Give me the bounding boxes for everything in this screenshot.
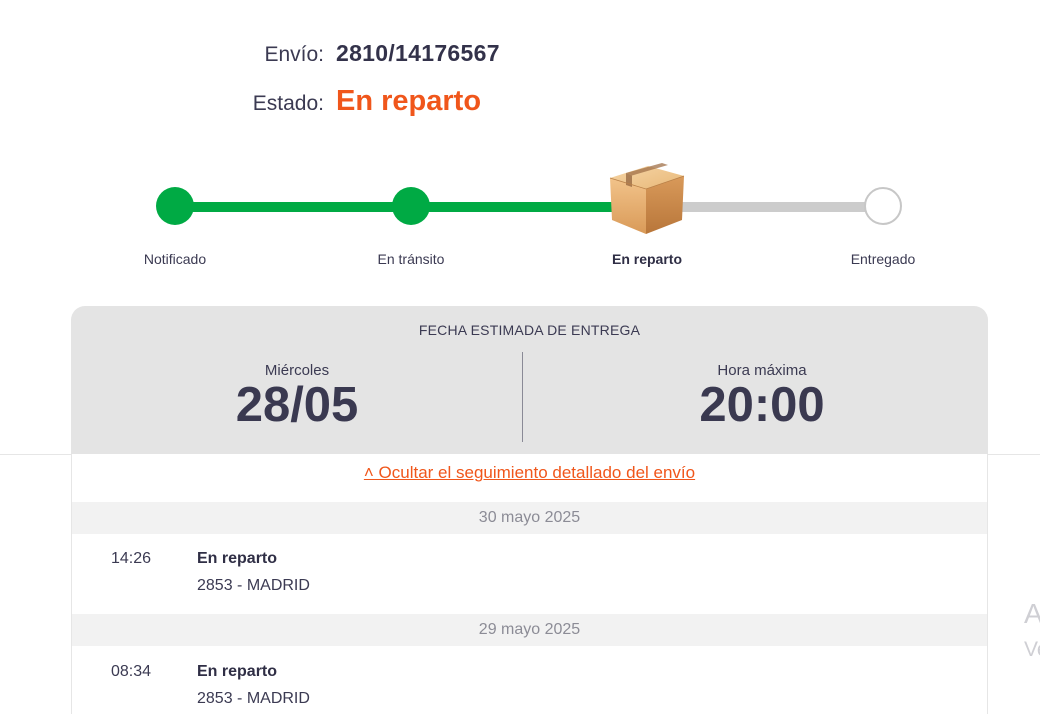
status-label: Estado:: [252, 92, 324, 115]
shipment-status-row: Estado: En reparto: [0, 85, 540, 118]
day-header: 30 mayo 2025: [72, 502, 987, 534]
event-location: 2853 - MADRID: [197, 690, 310, 707]
tracking-details-panel: ˄ Ocultar el seguimiento detallado del e…: [71, 454, 988, 714]
shipment-number: 2810/14176567: [336, 40, 500, 66]
step-label-en-transito: En tránsito: [377, 251, 445, 267]
shipment-label: Envío:: [264, 43, 324, 66]
tracking-event: 08:34 En reparto 2853 - MADRID: [72, 647, 987, 727]
progress-line-1: [190, 202, 395, 212]
event-time: 14:26: [111, 550, 152, 567]
event-status: En reparto: [197, 550, 278, 567]
step-label-notificado: Notificado: [143, 251, 207, 267]
shipment-number-row: Envío: 2810/14176567: [0, 40, 540, 67]
delivery-progress-tracker: Notificado En tránsito En reparto Entreg…: [0, 150, 1040, 280]
step-dot-en-transito: [392, 187, 430, 225]
estimate-time: 20:00: [699, 378, 825, 432]
package-box-icon: [609, 163, 685, 234]
estimated-delivery-card: FECHA ESTIMADA DE ENTREGA Miércoles 28/0…: [71, 306, 988, 454]
step-label-en-reparto: En reparto: [611, 251, 682, 267]
estimate-time-block: Hora máxima 20:00: [536, 362, 988, 431]
offscreen-heading-fragment: A: [1024, 598, 1040, 629]
estimate-day-label: Miércoles: [264, 362, 330, 379]
progress-line-2: [425, 202, 620, 212]
hide-tracking-details-link[interactable]: ˄ Ocultar el seguimiento detallado del e…: [72, 463, 987, 483]
estimate-date: 28/05: [235, 378, 359, 432]
estimate-time-label: Hora máxima: [717, 362, 807, 379]
step-label-entregado: Entregado: [850, 251, 916, 267]
tracking-event: 14:26 En reparto 2853 - MADRID: [72, 534, 987, 614]
event-time: 08:34: [111, 663, 152, 680]
event-status: En reparto: [197, 663, 278, 680]
progress-line-3: [680, 202, 870, 212]
offscreen-text-fragment: Ve: [1024, 638, 1040, 661]
day-header: 29 mayo 2025: [72, 614, 987, 646]
estimate-date-block: Miércoles 28/05: [71, 362, 523, 431]
estimate-divider: [522, 352, 523, 442]
status-value: En reparto: [336, 85, 482, 117]
estimate-title: FECHA ESTIMADA DE ENTREGA: [418, 322, 641, 338]
step-dot-notificado: [156, 187, 194, 225]
step-dot-entregado: [864, 187, 902, 225]
event-location: 2853 - MADRID: [197, 577, 310, 594]
